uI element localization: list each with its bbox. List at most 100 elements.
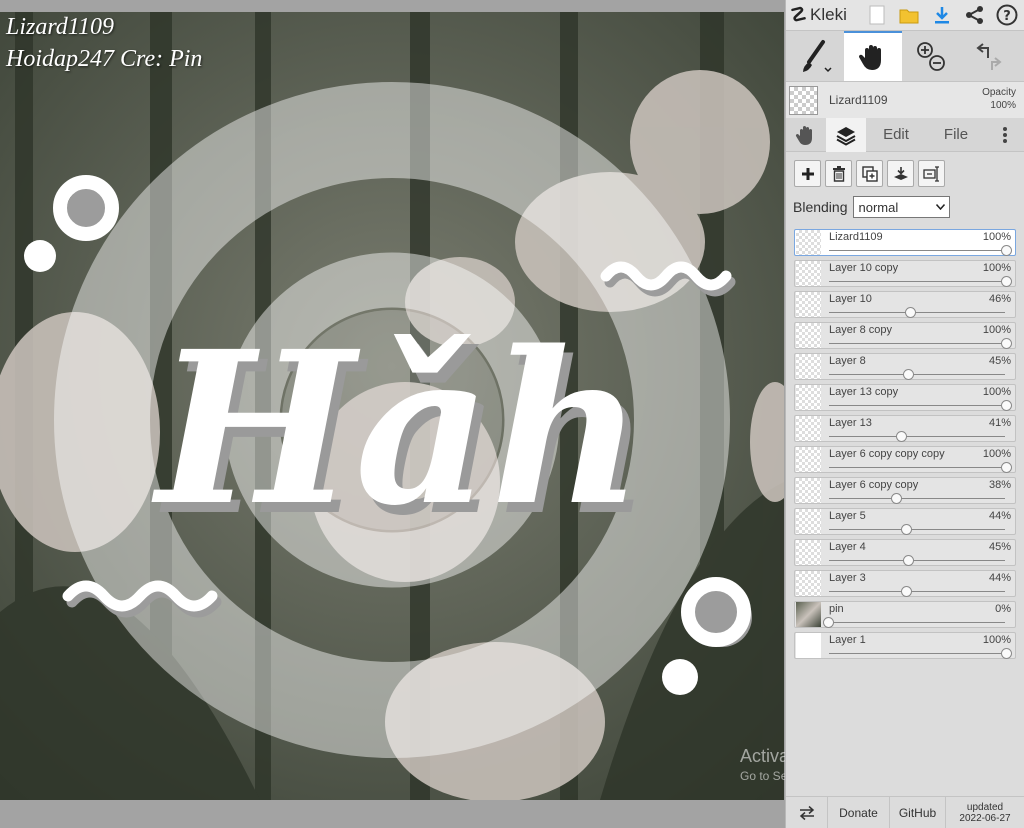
layer-opacity-slider-knob[interactable] xyxy=(1001,462,1012,473)
tab-edit[interactable]: Edit xyxy=(866,118,926,152)
layer-thumbnail xyxy=(796,385,821,410)
donate-link[interactable]: Donate xyxy=(828,797,890,828)
hand-tool-button[interactable] xyxy=(844,31,902,81)
layer-name: Layer 4 xyxy=(829,541,866,553)
layer-thumbnail xyxy=(796,509,821,534)
updated-date: 2022-06-27 xyxy=(959,813,1011,824)
layer-row[interactable]: Layer 10 copy 100% xyxy=(794,260,1016,287)
layer-opacity-track[interactable] xyxy=(829,467,1005,468)
new-file-icon[interactable] xyxy=(864,2,890,28)
blending-value: normal xyxy=(858,199,899,215)
layer-opacity-slider-knob[interactable] xyxy=(901,524,913,535)
layer-opacity-track[interactable] xyxy=(829,281,1005,282)
layer-row[interactable]: Layer 3 44% xyxy=(794,570,1016,597)
zoom-icon xyxy=(917,42,945,71)
layer-opacity-track[interactable] xyxy=(829,622,1005,623)
zoom-tool-button[interactable] xyxy=(902,31,960,81)
swap-arrows-icon[interactable] xyxy=(786,797,828,828)
layer-row[interactable]: Layer 4 45% xyxy=(794,539,1016,566)
app-name: Kleki xyxy=(810,5,847,24)
layer-opacity-track[interactable] xyxy=(829,312,1005,313)
layer-name: Lizard1109 xyxy=(829,231,883,243)
tab-hand[interactable] xyxy=(786,118,826,152)
layer-row[interactable]: Layer 6 copy copy 38% xyxy=(794,477,1016,504)
layer-opacity-track[interactable] xyxy=(829,653,1005,654)
layer-row[interactable]: Layer 8 copy 100% xyxy=(794,322,1016,349)
layer-row[interactable]: pin 0% xyxy=(794,601,1016,628)
layer-thumbnail xyxy=(796,633,821,658)
layer-opacity-track[interactable] xyxy=(829,405,1005,406)
layer-opacity-slider-knob[interactable] xyxy=(901,586,913,597)
layer-thumbnail xyxy=(796,416,821,441)
brush-icon xyxy=(803,40,832,73)
artwork-drawing: Hǎh Hǎh xyxy=(0,12,784,800)
tab-layers[interactable] xyxy=(826,117,866,152)
layer-row[interactable]: Layer 6 copy copy copy 100% xyxy=(794,446,1016,473)
tab-file[interactable]: File xyxy=(926,118,986,152)
layer-opacity-slider-knob[interactable] xyxy=(1001,276,1012,287)
layer-opacity-track[interactable] xyxy=(829,529,1005,530)
more-options-icon[interactable] xyxy=(986,118,1024,152)
blending-row: Blending normal xyxy=(793,196,1017,218)
layer-row[interactable]: Lizard1109 100% xyxy=(794,229,1016,256)
add-layer-icon[interactable] xyxy=(794,160,821,187)
tool-bar xyxy=(786,30,1024,82)
layer-opacity-track[interactable] xyxy=(829,498,1005,499)
tab-bar: Edit File xyxy=(786,117,1024,152)
layer-row[interactable]: Layer 10 46% xyxy=(794,291,1016,318)
layer-opacity-slider-knob[interactable] xyxy=(904,307,916,318)
kleki-logo[interactable]: ☡ Kleki xyxy=(790,4,847,27)
hand-tab-icon xyxy=(795,125,812,145)
layer-opacity-track[interactable] xyxy=(829,374,1005,375)
layer-row[interactable]: Layer 5 44% xyxy=(794,508,1016,535)
help-icon[interactable]: ? xyxy=(994,2,1020,28)
blending-label: Blending xyxy=(793,199,848,215)
undo-redo-button[interactable] xyxy=(960,31,1018,81)
layer-row[interactable]: Layer 8 45% xyxy=(794,353,1016,380)
opacity-value: 100% xyxy=(990,100,1016,111)
layer-opacity-slider-knob[interactable] xyxy=(890,493,902,504)
layer-opacity-slider-knob[interactable] xyxy=(1001,648,1012,659)
layer-opacity-track[interactable] xyxy=(829,591,1005,592)
github-link[interactable]: GitHub xyxy=(890,797,946,828)
chevron-down-icon xyxy=(935,204,945,210)
layer-row[interactable]: Layer 13 copy 100% xyxy=(794,384,1016,411)
layer-name: Layer 6 copy copy copy xyxy=(829,448,945,460)
layer-opacity-slider-knob[interactable] xyxy=(903,369,915,380)
layer-thumbnail xyxy=(796,602,821,627)
layer-opacity-track[interactable] xyxy=(829,343,1005,344)
share-icon[interactable] xyxy=(962,2,988,28)
rename-layer-icon[interactable] xyxy=(918,160,945,187)
layer-row[interactable]: Layer 1 100% xyxy=(794,632,1016,659)
layer-thumbnail xyxy=(796,540,821,565)
layer-name: Layer 6 copy copy xyxy=(829,479,919,491)
layer-opacity-track[interactable] xyxy=(829,436,1005,437)
brush-tool-button[interactable] xyxy=(786,31,844,81)
layer-opacity-slider-knob[interactable] xyxy=(1001,245,1012,256)
layer-name: Layer 1 xyxy=(829,634,866,646)
merge-down-icon[interactable] xyxy=(887,160,914,187)
canvas-area[interactable]: Hǎh Hǎh Lizard1109 Hoidap247 Cre: Pin Ac… xyxy=(0,0,929,828)
layer-name: Layer 10 xyxy=(829,293,872,305)
layer-opacity-slider-knob[interactable] xyxy=(895,431,907,442)
undo-redo-icon xyxy=(976,43,1002,70)
opacity-label: Opacity xyxy=(982,87,1016,98)
duplicate-layer-icon[interactable] xyxy=(856,160,883,187)
current-layer-name: Lizard1109 xyxy=(829,93,888,107)
layer-row[interactable]: Layer 13 41% xyxy=(794,415,1016,442)
layer-opacity-slider-knob[interactable] xyxy=(1001,338,1012,349)
layer-opacity-track[interactable] xyxy=(829,250,1005,251)
layer-opacity-slider-knob[interactable] xyxy=(823,617,834,628)
blending-select[interactable]: normal xyxy=(852,196,950,218)
layer-opacity: 100% xyxy=(982,386,1011,398)
layers-panel: Blending normal Lizard1109 100% Layer 10 c… xyxy=(786,152,1024,671)
layer-opacity-slider-knob[interactable] xyxy=(1001,400,1012,411)
layer-name: Layer 8 xyxy=(829,355,866,367)
artwork-canvas[interactable]: Hǎh Hǎh Lizard1109 Hoidap247 Cre: Pin xyxy=(0,12,784,800)
download-icon[interactable] xyxy=(929,2,955,28)
layer-thumbnail xyxy=(796,230,821,255)
layer-opacity-slider-knob[interactable] xyxy=(903,555,915,566)
delete-layer-icon[interactable] xyxy=(825,160,852,187)
open-folder-icon[interactable] xyxy=(897,2,923,28)
layer-opacity-track[interactable] xyxy=(829,560,1005,561)
